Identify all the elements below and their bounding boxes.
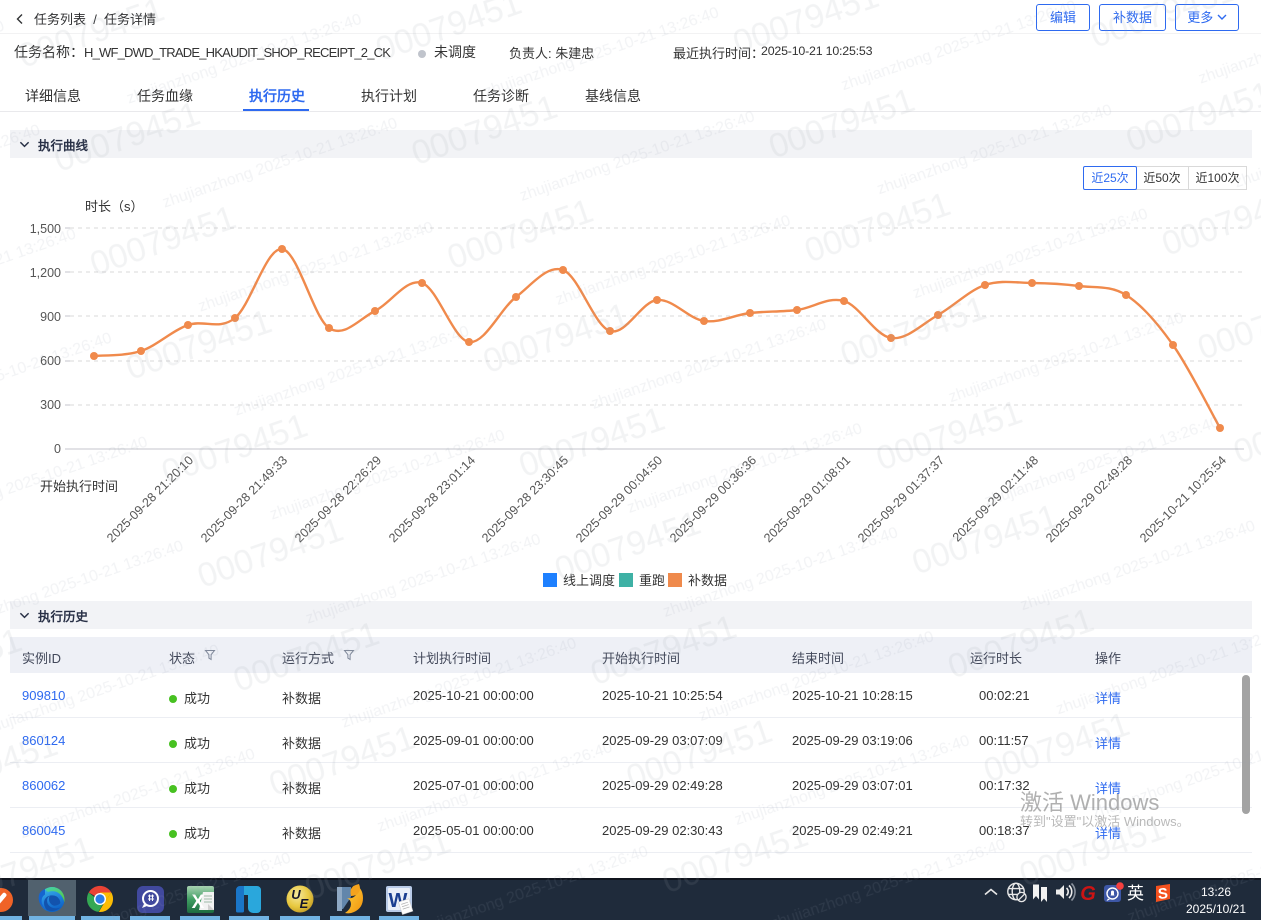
svg-text:2025-09-29 01:08:01: 2025-09-29 01:08:01 [761,453,853,545]
svg-text:线上调度: 线上调度 [563,573,615,588]
svg-text:X: X [192,892,205,913]
svg-text:2025-09-28 21:20:10: 2025-09-28 21:20:10 [104,453,196,545]
svg-text:2025-09-29 02:11:48: 2025-09-29 02:11:48 [950,453,1041,544]
svg-text:0: 0 [54,442,61,456]
svg-text:2025-09-28 23:30:45: 2025-09-28 23:30:45 [479,453,571,545]
svg-text:时长（s）: 时长（s） [85,199,144,214]
svg-text:2025-09-28 22:26:29: 2025-09-28 22:26:29 [292,453,384,545]
svg-text:重跑: 重跑 [639,573,665,588]
svg-text:S: S [1157,885,1168,903]
svg-text:300: 300 [40,398,61,412]
svg-text:600: 600 [40,354,61,368]
svg-text:E: E [300,896,309,911]
svg-text:1,200: 1,200 [30,266,61,280]
svg-text:1,500: 1,500 [30,222,61,236]
svg-text:开始执行时间: 开始执行时间 [40,479,118,494]
svg-text:2025-09-28 23:01:14: 2025-09-28 23:01:14 [386,453,478,545]
svg-text:2025-10-21 10:25:54: 2025-10-21 10:25:54 [1137,453,1229,545]
svg-text:补数据: 补数据 [688,573,727,588]
svg-text:2025-09-28 21:49:33: 2025-09-28 21:49:33 [198,453,290,545]
svg-text:900: 900 [40,310,61,324]
svg-text:2025-09-29 00:04:50: 2025-09-29 00:04:50 [573,453,665,545]
svg-text:2025-09-29 02:49:28: 2025-09-29 02:49:28 [1043,453,1135,545]
svg-text:2025-09-29 01:37:37: 2025-09-29 01:37:37 [855,453,947,545]
svg-text:英: 英 [1127,884,1144,903]
svg-text:2025-09-29 00:36:36: 2025-09-29 00:36:36 [667,453,759,545]
svg-text:G: G [1080,883,1096,905]
